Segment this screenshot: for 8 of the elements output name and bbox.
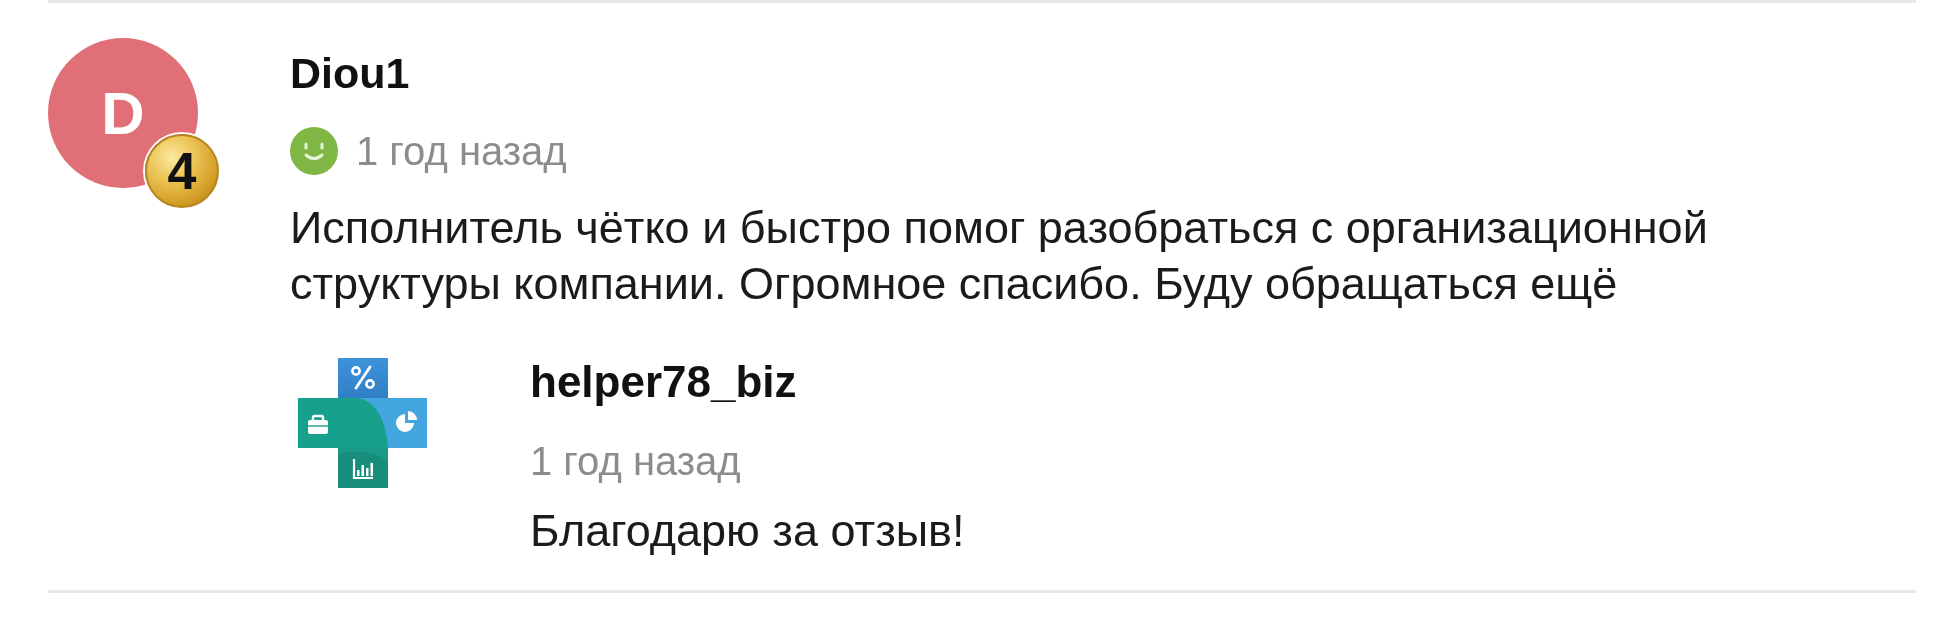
cross-logo-icon	[298, 358, 427, 488]
medal-badge: 4	[145, 134, 219, 208]
author-name: Diou1	[290, 48, 410, 99]
review-text: Исполнитель чётко и быстро помог разобраться с организационной структуры компании. Огромное спасибо. Буду обращаться ещё	[290, 201, 1709, 311]
reply-author-name: helper78_biz	[530, 356, 797, 408]
review-time: 1 год назад	[356, 128, 567, 175]
reply-time: 1 год назад	[530, 438, 741, 485]
reply-text: Благодарю за отзыв!	[530, 504, 965, 558]
